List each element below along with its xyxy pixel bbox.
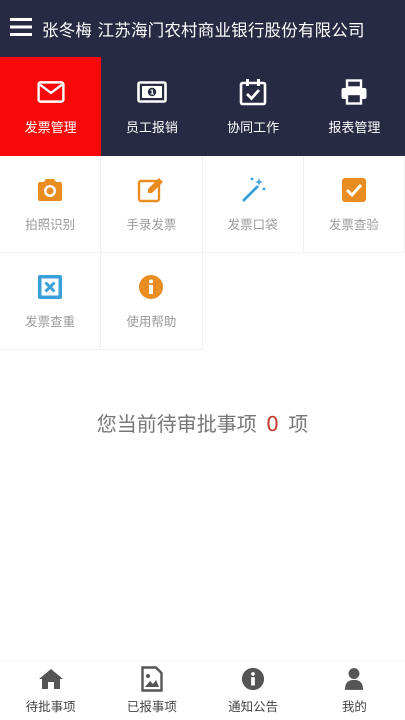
- app-header: 张冬梅 江苏海门农村商业银行股份有限公司: [0, 0, 405, 57]
- topnav-item-collaboration[interactable]: 协同工作: [203, 57, 304, 156]
- banknote-icon: 1: [137, 77, 167, 107]
- home-icon: [38, 666, 64, 692]
- pencil-edit-icon: [137, 176, 165, 204]
- checkbox-icon: [340, 176, 368, 204]
- status-suffix: 项: [288, 412, 309, 436]
- grid-item-invoice-pocket[interactable]: 发票口袋: [202, 156, 304, 253]
- hamburger-icon: [10, 17, 32, 40]
- camera-icon: [36, 176, 64, 204]
- app-screen: 张冬梅 江苏海门农村商业银行股份有限公司 发票管理 1 员工报销 协同工作 报表…: [0, 0, 405, 720]
- bottom-tab-label: 待批事项: [25, 699, 76, 714]
- close-square-icon: [36, 273, 64, 301]
- topnav-item-invoice-management[interactable]: 发票管理: [0, 57, 102, 156]
- header-title: 张冬梅 江苏海门农村商业银行股份有限公司: [42, 17, 365, 41]
- topnav-label: 报表管理: [328, 121, 381, 136]
- grid-item-label: 拍照识别: [25, 216, 76, 232]
- function-grid: 拍照识别 手录发票 发票口袋 发票查验 发票查重 使用帮助: [0, 156, 405, 350]
- grid-item-label: 发票查验: [328, 216, 379, 232]
- bottom-tab-label: 我的: [341, 699, 367, 714]
- topnav-label: 员工报销: [125, 121, 178, 136]
- tab-notifications[interactable]: 通知公告: [203, 661, 304, 720]
- grid-item-help[interactable]: 使用帮助: [101, 253, 203, 350]
- status-prefix: 您当前待审批事项: [96, 412, 257, 436]
- topnav-label: 发票管理: [24, 121, 77, 136]
- magic-wand-icon: [239, 176, 267, 204]
- bottom-nav: 待批事项 已报事项 通知公告 我的: [0, 660, 405, 720]
- org-name: 江苏海门农村商业银行股份有限公司: [97, 20, 365, 40]
- printer-icon: [339, 77, 369, 107]
- tab-mine[interactable]: 我的: [304, 661, 405, 720]
- bottom-tab-label: 通知公告: [228, 699, 279, 714]
- grid-item-label: 发票查重: [25, 313, 76, 329]
- svg-text:1: 1: [149, 89, 154, 97]
- envelope-icon: [36, 77, 66, 107]
- calendar-check-icon: [238, 77, 268, 107]
- grid-item-duplicate-check[interactable]: 发票查重: [0, 253, 102, 350]
- top-nav: 发票管理 1 员工报销 协同工作 报表管理: [0, 57, 405, 156]
- grid-item-manual-invoice[interactable]: 手录发票: [101, 156, 203, 253]
- user-icon: [341, 666, 367, 692]
- grid-empty-cell: [303, 253, 405, 350]
- grid-item-label: 发票口袋: [227, 216, 278, 232]
- grid-item-invoice-verification[interactable]: 发票查验: [303, 156, 405, 253]
- topnav-item-employee-reimbursement[interactable]: 1 员工报销: [101, 57, 202, 156]
- tab-pending-items[interactable]: 待批事项: [0, 661, 101, 720]
- topnav-label: 协同工作: [227, 121, 280, 136]
- grid-item-label: 手录发票: [126, 216, 177, 232]
- tab-submitted-items[interactable]: 已报事项: [101, 661, 202, 720]
- user-name: 张冬梅: [42, 20, 93, 40]
- pending-count: 0: [266, 412, 279, 436]
- topnav-item-report-management[interactable]: 报表管理: [304, 57, 405, 156]
- grid-item-photo-recognition[interactable]: 拍照识别: [0, 156, 102, 253]
- info-circle-icon: [137, 273, 165, 301]
- info-circle-icon: [240, 666, 266, 692]
- bottom-tab-label: 已报事项: [126, 699, 177, 714]
- grid-empty-cell: [202, 253, 304, 350]
- pending-approval-status: 您当前待审批事项 0 项: [0, 408, 405, 437]
- grid-item-label: 使用帮助: [126, 313, 177, 329]
- menu-button[interactable]: [0, 0, 42, 57]
- image-file-icon: [139, 666, 165, 692]
